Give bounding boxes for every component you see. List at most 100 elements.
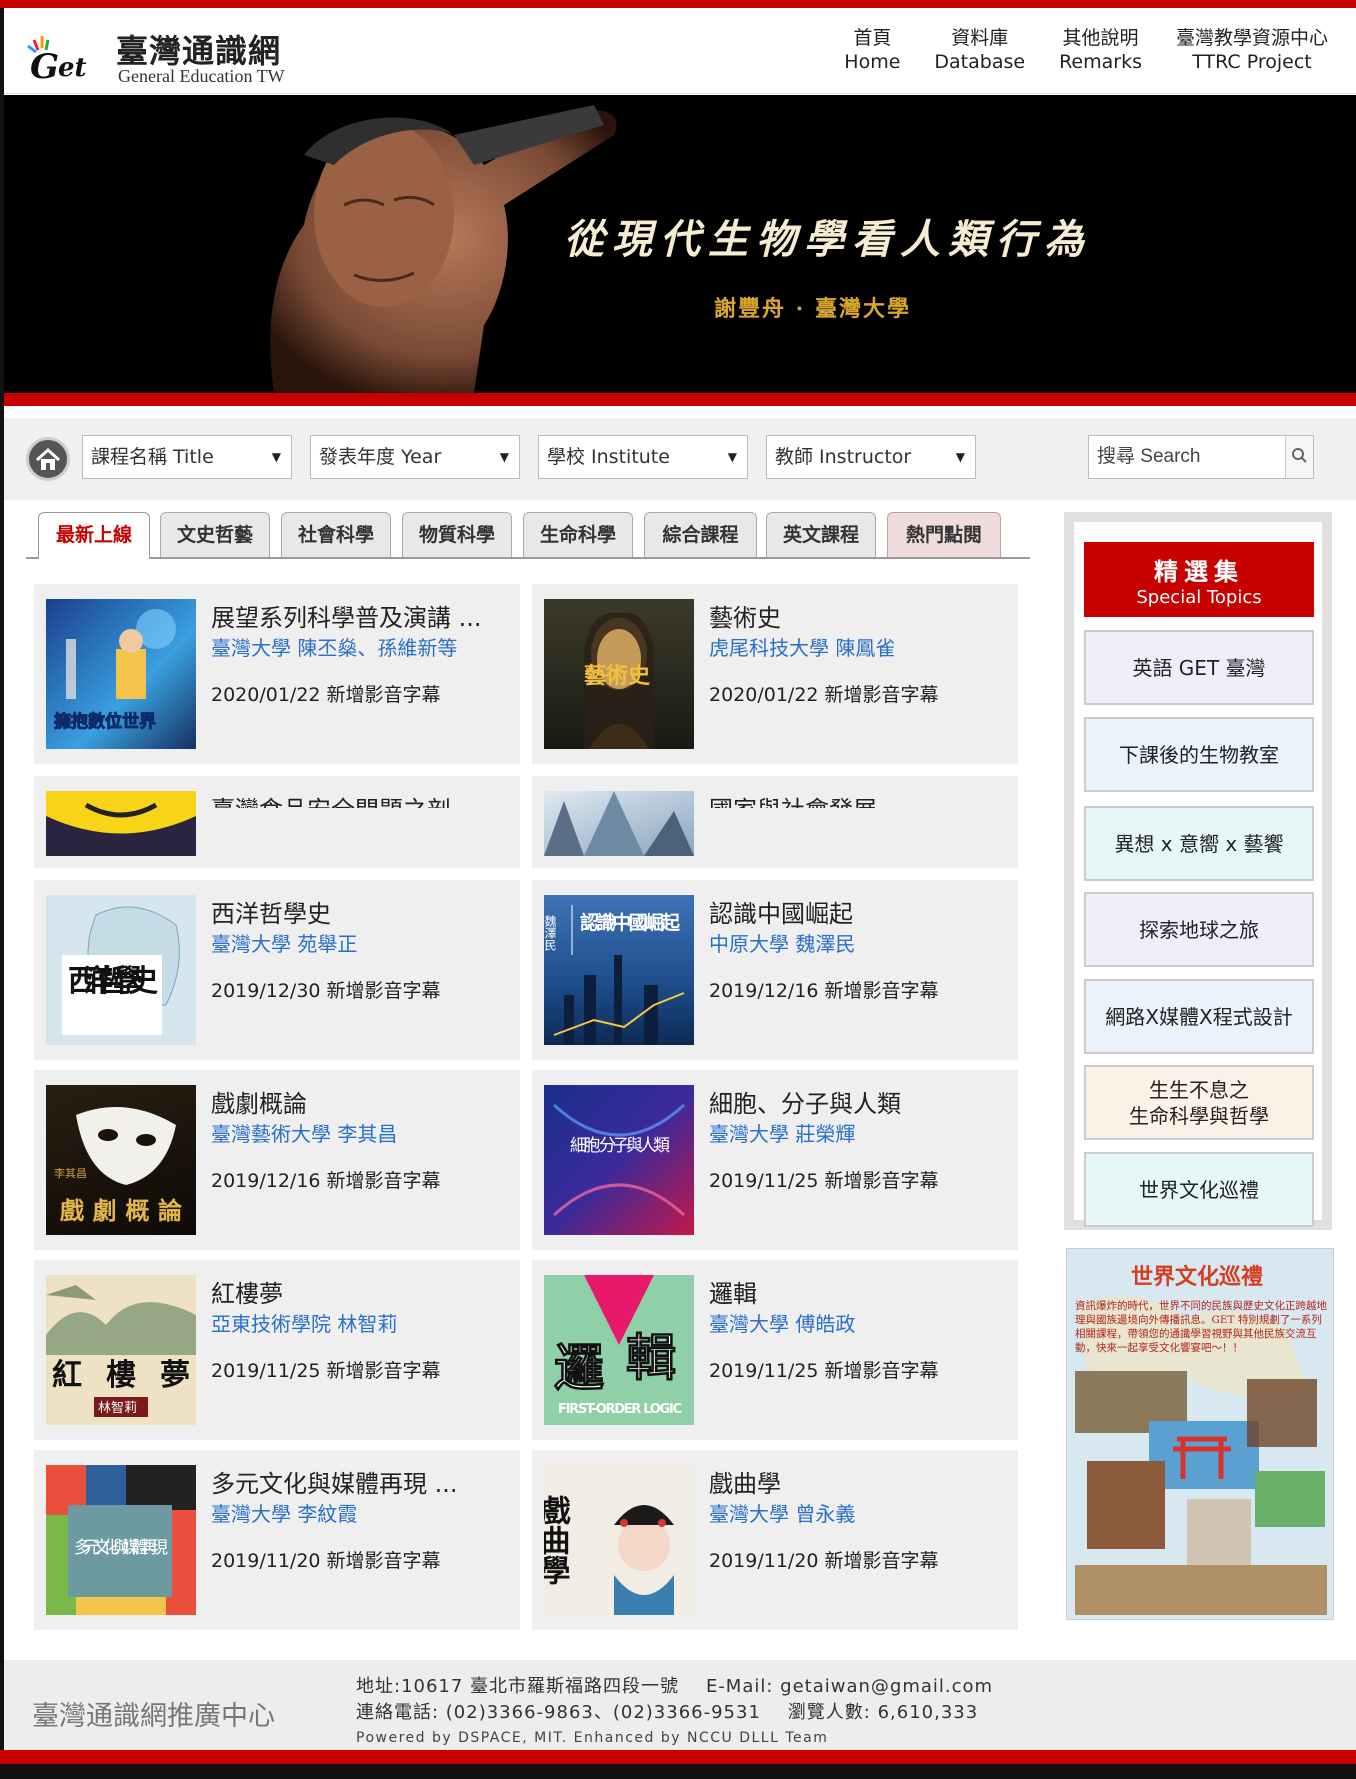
home-button[interactable] bbox=[26, 437, 70, 481]
course-thumbnail-art: 擁抱數位世界 bbox=[54, 609, 176, 733]
course-teacher[interactable]: 苑舉正 bbox=[297, 932, 357, 956]
course-title[interactable]: 細胞、分子與人類 bbox=[709, 1084, 901, 1119]
course-school[interactable]: 臺灣大學 bbox=[709, 1122, 789, 1146]
course-card[interactable]: 臺灣食品安全問題之剖 bbox=[34, 776, 520, 868]
footer-view-count: 瀏覽人數: 6,610,333 bbox=[787, 1702, 979, 1723]
nav-database[interactable]: 資料庫 Database bbox=[934, 26, 1025, 74]
course-update: 2019/12/30 新增影音字幕 bbox=[211, 980, 441, 1002]
course-card[interactable]: 細胞 分子與人類 細胞、分子與人類 臺灣大學 莊榮輝 2019/11/25 新增… bbox=[532, 1070, 1018, 1250]
topic-life-science-philosophy[interactable]: 生生不息之 生命科學與哲學 bbox=[1084, 1065, 1314, 1140]
course-card[interactable]: 紅樓夢 林智莉 紅樓夢 亞東技術學院 林智莉 2019/11/25 新增影音字幕 bbox=[34, 1260, 520, 1440]
course-thumbnail-art: 戲曲學 bbox=[544, 1495, 674, 1615]
course-school[interactable]: 亞東技術學院 bbox=[211, 1312, 331, 1336]
course-card[interactable]: 邏 輯 FIRST-ORDER LOGIC 邏輯 臺灣大學 傅皓政 2019/1… bbox=[532, 1260, 1018, 1440]
course-card[interactable]: 擁抱數位世界 展望系列科學普及演講 ... 臺灣大學 陳丕燊、孫維新等 2020… bbox=[34, 584, 520, 764]
course-school[interactable]: 虎尾科技大學 bbox=[709, 636, 829, 660]
course-title[interactable]: 紅樓夢 bbox=[211, 1274, 283, 1309]
world-culture-promo[interactable]: 世界文化巡禮 資訊爆炸的時代，世界不同的民族與歷史文化正跨越地理與國族邊境向外傳… bbox=[1066, 1248, 1334, 1620]
course-title[interactable]: 邏輯 bbox=[709, 1274, 757, 1309]
course-card[interactable]: 戲曲學 戲曲學 臺灣大學 曾永義 2019/11/20 新增影音字幕 bbox=[532, 1450, 1018, 1630]
topic-biology-classroom[interactable]: 下課後的生物教室 bbox=[1084, 717, 1314, 792]
course-teacher[interactable]: 陳丕燊、孫維新等 bbox=[297, 636, 457, 660]
tab-popular[interactable]: 熱門點閱 bbox=[887, 512, 1001, 557]
course-title[interactable]: 國家與社會發展 bbox=[709, 790, 877, 808]
site-logo[interactable]: G et 臺灣通識網 General Education TW bbox=[20, 18, 310, 88]
nav-remarks[interactable]: 其他說明 Remarks bbox=[1059, 26, 1142, 74]
institute-select-value: 學校 Institute bbox=[547, 446, 670, 468]
course-school[interactable]: 臺灣大學 bbox=[709, 1312, 789, 1336]
course-teacher[interactable]: 曾永義 bbox=[795, 1502, 855, 1526]
course-title[interactable]: 藝術史 bbox=[709, 598, 781, 633]
tab-humanities[interactable]: 文史哲藝 bbox=[160, 512, 270, 557]
course-card[interactable]: 國家與社會發展 bbox=[532, 776, 1018, 868]
topic-imagination-art[interactable]: 異想 x 意嚮 x 藝饗 bbox=[1084, 806, 1314, 881]
footer-email[interactable]: E-Mail: getaiwan@gmail.com bbox=[706, 1676, 993, 1697]
course-title[interactable]: 臺灣食品安全問題之剖 bbox=[211, 790, 451, 808]
course-school[interactable]: 臺灣大學 bbox=[709, 1502, 789, 1526]
thumb-side-caption: 魏澤民 bbox=[544, 914, 557, 952]
nav-remarks-en: Remarks bbox=[1059, 51, 1142, 73]
featured-banner[interactable]: 從現代生物學看人類行為 謝豐舟 · 臺灣大學 bbox=[4, 95, 1356, 393]
banner-accent-bar bbox=[4, 393, 1356, 406]
course-thumbnail-art: 藝術史 bbox=[584, 612, 654, 749]
tab-english-courses[interactable]: 英文課程 bbox=[766, 512, 876, 557]
course-teacher[interactable]: 李其昌 bbox=[337, 1122, 397, 1146]
topic-english-get-taiwan[interactable]: 英語 GET 臺灣 bbox=[1084, 630, 1314, 705]
course-title[interactable]: 展望系列科學普及演講 ... bbox=[211, 598, 482, 633]
topic-earth-exploration[interactable]: 探索地球之旅 bbox=[1084, 892, 1314, 967]
topic-world-culture[interactable]: 世界文化巡禮 bbox=[1084, 1152, 1314, 1227]
nav-home[interactable]: 首頁 Home bbox=[844, 26, 900, 74]
course-meta: 臺灣大學 傅皓政 bbox=[709, 1308, 855, 1337]
nav-database-zh: 資料庫 bbox=[951, 27, 1009, 49]
topic-network-media-programming[interactable]: 網路X媒體X程式設計 bbox=[1084, 979, 1314, 1054]
year-select-value: 發表年度 Year bbox=[319, 446, 442, 468]
course-teacher[interactable]: 林智莉 bbox=[337, 1312, 397, 1336]
chevron-down-icon: ▼ bbox=[499, 450, 509, 464]
course-title[interactable]: 戲劇概論 bbox=[211, 1084, 307, 1119]
year-select[interactable]: 發表年度 Year ▼ bbox=[310, 435, 520, 479]
course-thumbnail-art: 細胞 分子與人類 bbox=[552, 1103, 686, 1217]
course-meta: 臺灣藝術大學 李其昌 bbox=[211, 1118, 397, 1147]
course-title[interactable]: 西洋哲學史 bbox=[211, 894, 331, 929]
course-thumbnail: 藝術史 bbox=[544, 599, 694, 749]
instructor-select[interactable]: 教師 Instructor ▼ bbox=[766, 435, 976, 479]
course-thumbnail: 紅樓夢 林智莉 bbox=[46, 1275, 196, 1425]
course-card[interactable]: 戲劇概論 李其昌 戲劇概論 臺灣藝術大學 李其昌 2019/12/16 新增影音… bbox=[34, 1070, 520, 1250]
tab-general-courses[interactable]: 綜合課程 bbox=[644, 512, 757, 557]
search-input[interactable] bbox=[1089, 436, 1285, 478]
course-school[interactable]: 中原大學 bbox=[709, 932, 789, 956]
nav-ttrc[interactable]: 臺灣教學資源中心 TTRC Project bbox=[1176, 26, 1328, 74]
nav-database-en: Database bbox=[934, 51, 1026, 73]
course-title[interactable]: 戲曲學 bbox=[709, 1464, 781, 1499]
tab-latest[interactable]: 最新上線 bbox=[38, 512, 150, 559]
tab-life-science[interactable]: 生命科學 bbox=[523, 512, 633, 557]
course-school[interactable]: 臺灣大學 bbox=[211, 1502, 291, 1526]
course-teacher[interactable]: 李紋霞 bbox=[297, 1502, 357, 1526]
tab-social-science[interactable]: 社會科學 bbox=[281, 512, 391, 557]
course-card[interactable]: 藝術史 藝術史 虎尾科技大學 陳鳳雀 2020/01/22 新增影音字幕 bbox=[532, 584, 1018, 764]
institute-select[interactable]: 學校 Institute ▼ bbox=[538, 435, 748, 479]
course-card[interactable]: 多元文化與媒體再現 多元文化與媒體再現 ... 臺灣大學 李紋霞 2019/11… bbox=[34, 1450, 520, 1630]
course-title[interactable]: 認識中國崛起 bbox=[709, 894, 853, 929]
search-button[interactable] bbox=[1285, 436, 1313, 478]
footer-phone-line: 連絡電話: (02)3366-9863、(02)3366-9531 瀏覽人數: … bbox=[356, 1698, 978, 1724]
course-school[interactable]: 臺灣大學 bbox=[211, 636, 291, 660]
nav-ttrc-en: TTRC Project bbox=[1192, 51, 1312, 73]
course-teacher[interactable]: 傅皓政 bbox=[795, 1312, 855, 1336]
course-teacher[interactable]: 莊榮輝 bbox=[795, 1122, 855, 1146]
course-meta: 臺灣大學 陳丕燊、孫維新等 bbox=[211, 632, 457, 661]
course-title[interactable]: 多元文化與媒體再現 ... bbox=[211, 1464, 458, 1499]
get-logo-icon: G et bbox=[27, 36, 87, 82]
course-thumbnail: 邏 輯 FIRST-ORDER LOGIC bbox=[544, 1275, 694, 1425]
course-school[interactable]: 臺灣大學 bbox=[211, 932, 291, 956]
bottom-accent-bar bbox=[0, 1750, 1356, 1764]
course-update: 2019/11/20 新增影音字幕 bbox=[211, 1550, 441, 1572]
title-select[interactable]: 課程名稱 Title ▼ bbox=[82, 435, 292, 479]
course-card[interactable]: 認識中國崛起 魏澤民 認識中國崛起 中原大學 魏澤民 2019/12/16 新增… bbox=[532, 880, 1018, 1060]
course-card[interactable]: 西洋哲學史 西洋哲學史 臺灣大學 苑舉正 2019/12/30 新增影音字幕 bbox=[34, 880, 520, 1060]
course-teacher[interactable]: 陳鳳雀 bbox=[835, 636, 895, 660]
course-thumbnail-art bbox=[544, 791, 694, 856]
course-teacher[interactable]: 魏澤民 bbox=[795, 932, 855, 956]
course-school[interactable]: 臺灣藝術大學 bbox=[211, 1122, 331, 1146]
tab-physical-science[interactable]: 物質科學 bbox=[402, 512, 512, 557]
